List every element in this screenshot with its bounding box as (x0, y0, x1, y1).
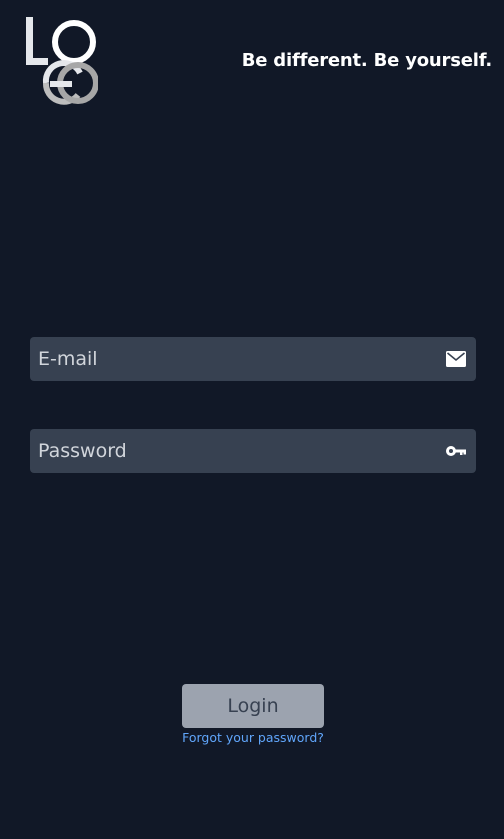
email-input[interactable] (30, 337, 430, 381)
password-field[interactable] (30, 429, 476, 473)
forgot-password-link[interactable]: Forgot your password? (182, 730, 324, 745)
password-input[interactable] (30, 429, 430, 473)
logo (26, 17, 98, 105)
tagline: Be different. Be yourself. (241, 50, 492, 71)
key-icon (446, 446, 466, 456)
login-button[interactable]: Login (182, 684, 324, 728)
email-field[interactable] (30, 337, 476, 381)
login-page: Be different. Be yourself. Login Forgot … (0, 0, 504, 839)
envelope-icon (446, 351, 466, 367)
